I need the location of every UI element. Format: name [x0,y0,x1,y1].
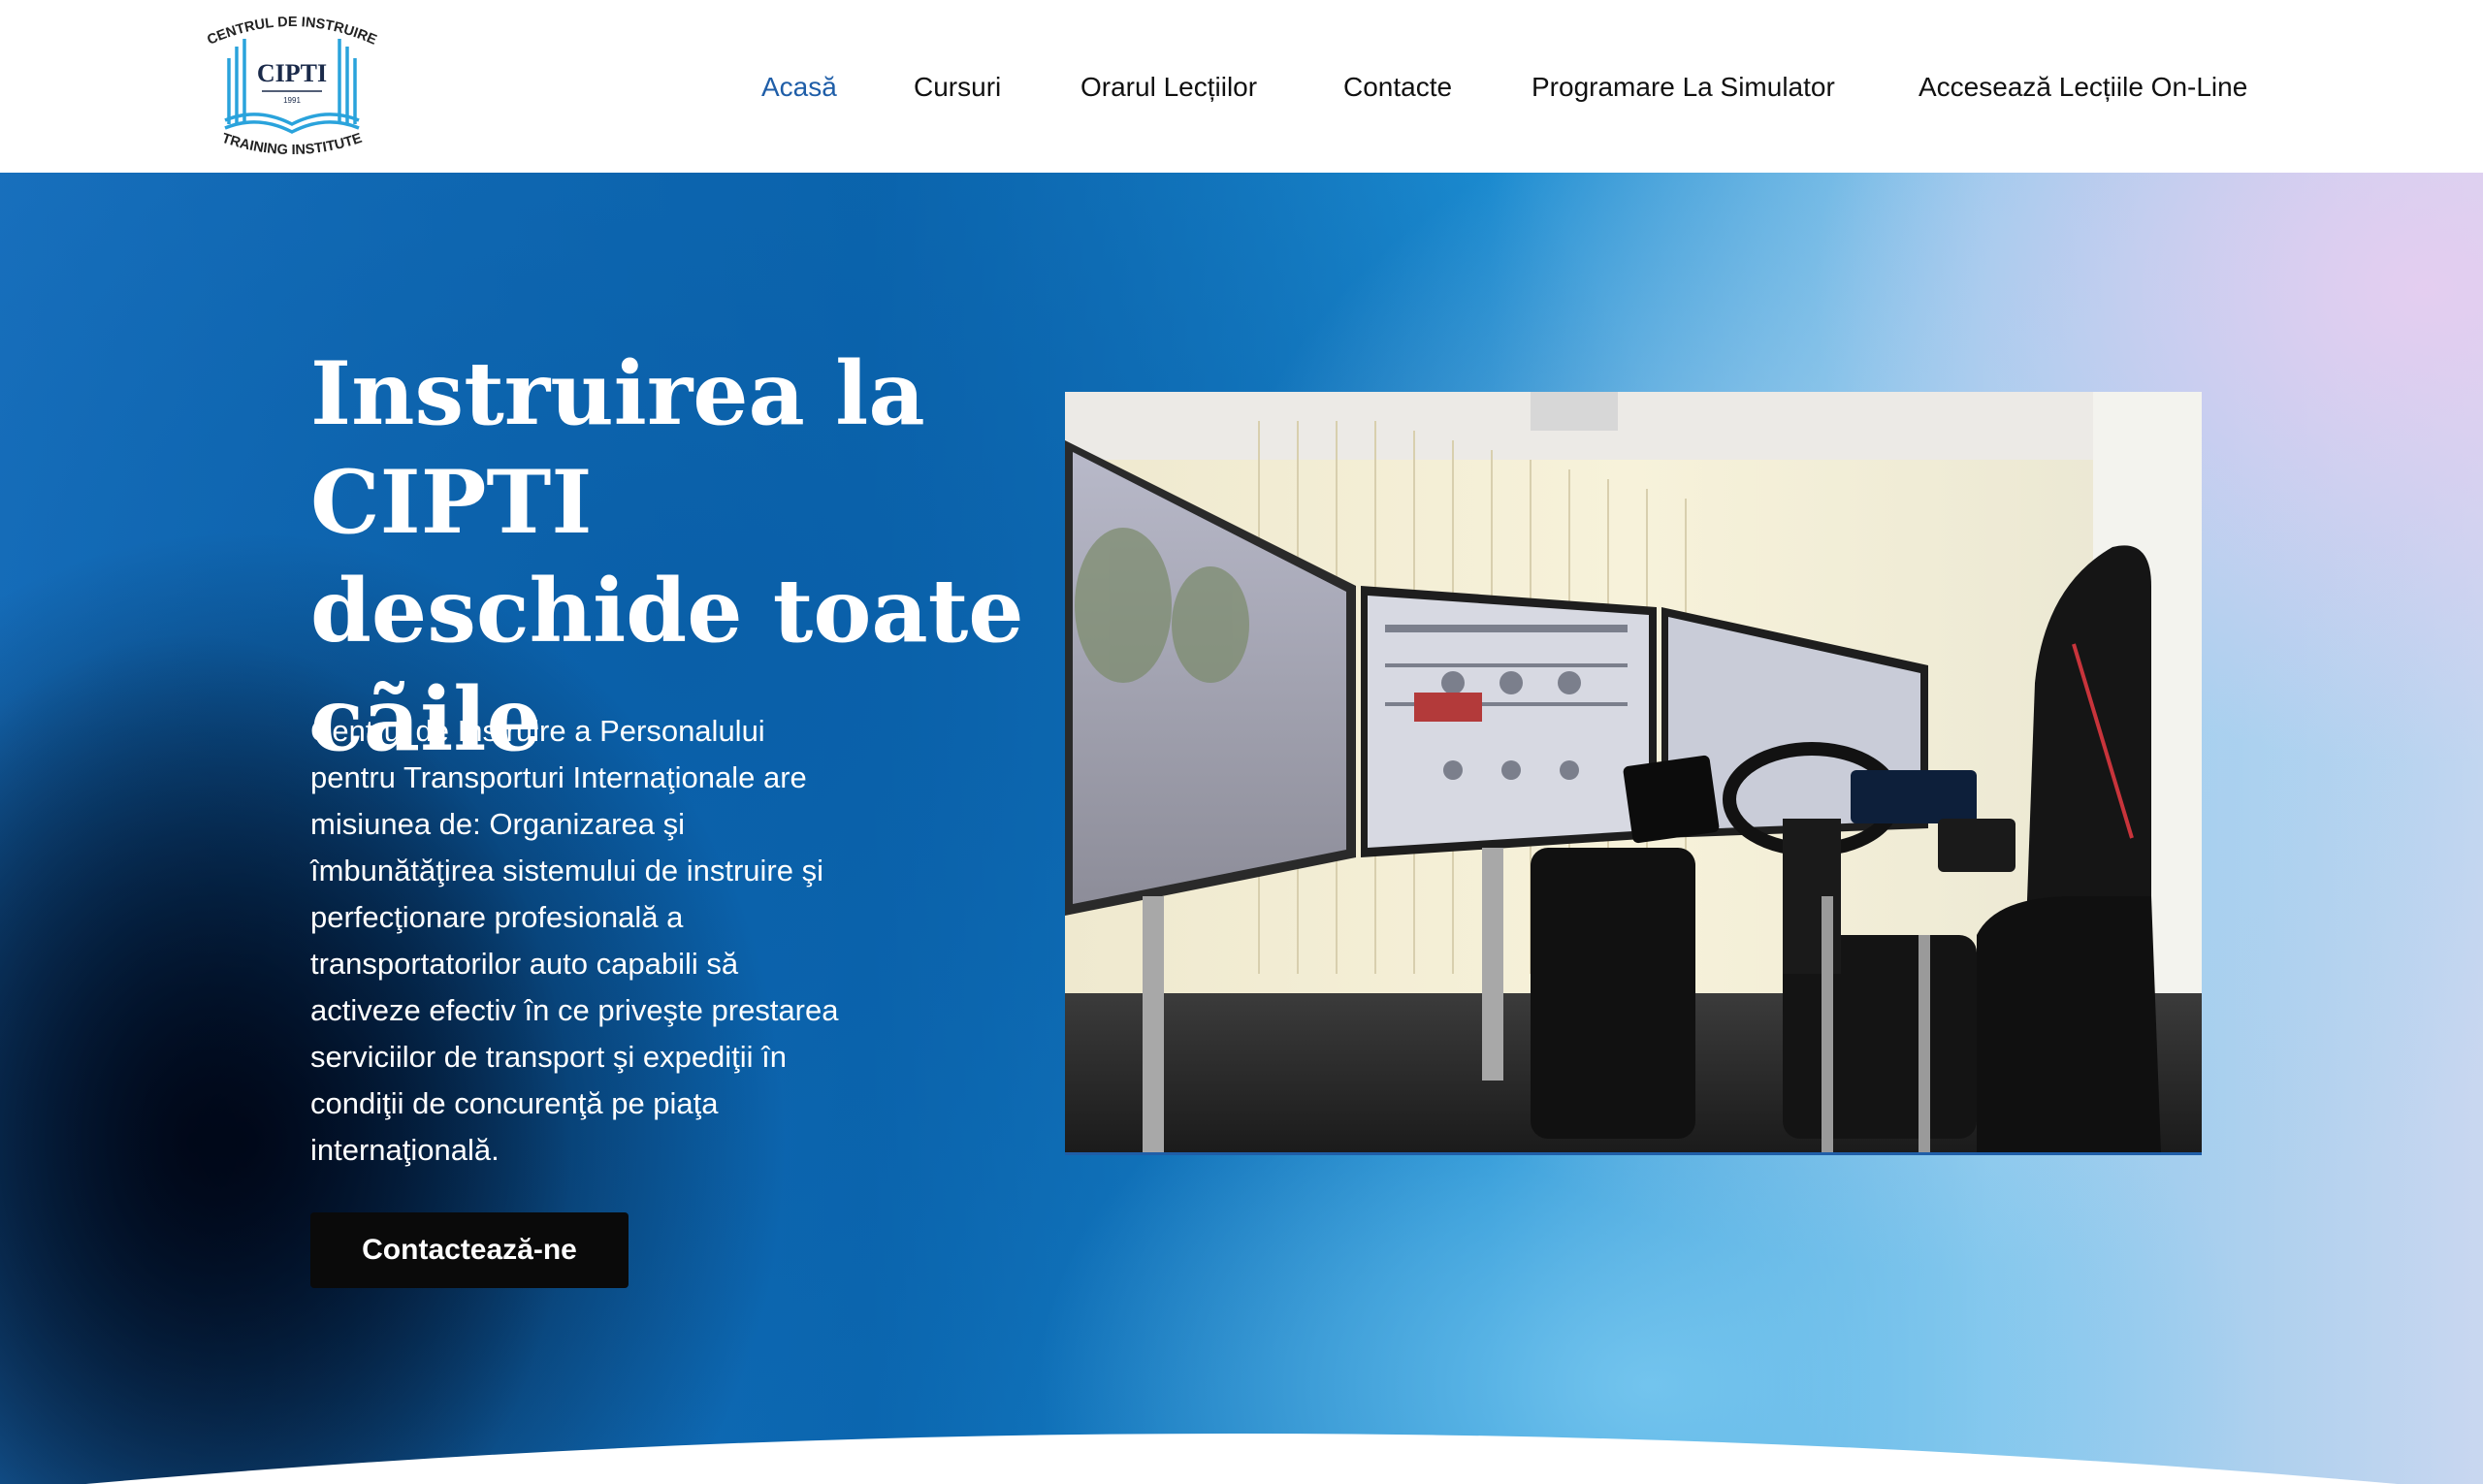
main-nav: Acasă Cursuri Orarul Lecțiilor Contacte … [0,58,2483,116]
contact-us-button[interactable]: Contactează-ne [310,1212,629,1288]
nav-item-acasa[interactable]: Acasă [761,68,837,107]
driving-simulator-image [1065,392,2202,1155]
nav-item-cursuri[interactable]: Cursuri [914,68,1001,107]
logo-bottom-text: TRAINING INSTITUTE [220,131,365,158]
nav-item-orarul-lectiilor[interactable]: Orarul Lecțiilor [1080,68,1257,107]
nav-item-programare-simulator[interactable]: Programare La Simulator [1532,68,1835,107]
svg-text:TRAINING INSTITUTE: TRAINING INSTITUTE [220,131,365,158]
svg-text:CENTRUL DE INSTRUIRE: CENTRUL DE INSTRUIRE [205,15,378,48]
nav-item-lectii-online[interactable]: Accesează Lecțiile On-Line [1919,68,2247,107]
site-header: CENTRUL DE INSTRUIRE CIPTI 1991 TRAINING… [0,0,2483,173]
nav-item-contacte[interactable]: Contacte [1343,68,1452,107]
logo-top-text: CENTRUL DE INSTRUIRE [205,15,378,48]
hero-bottom-curve [85,1434,2398,1484]
hero-section: Instruirea la CIPTI deschide toate cãile… [0,173,2483,1484]
hero-description: Centrul de Instruire a Personalului pent… [310,714,839,1167]
